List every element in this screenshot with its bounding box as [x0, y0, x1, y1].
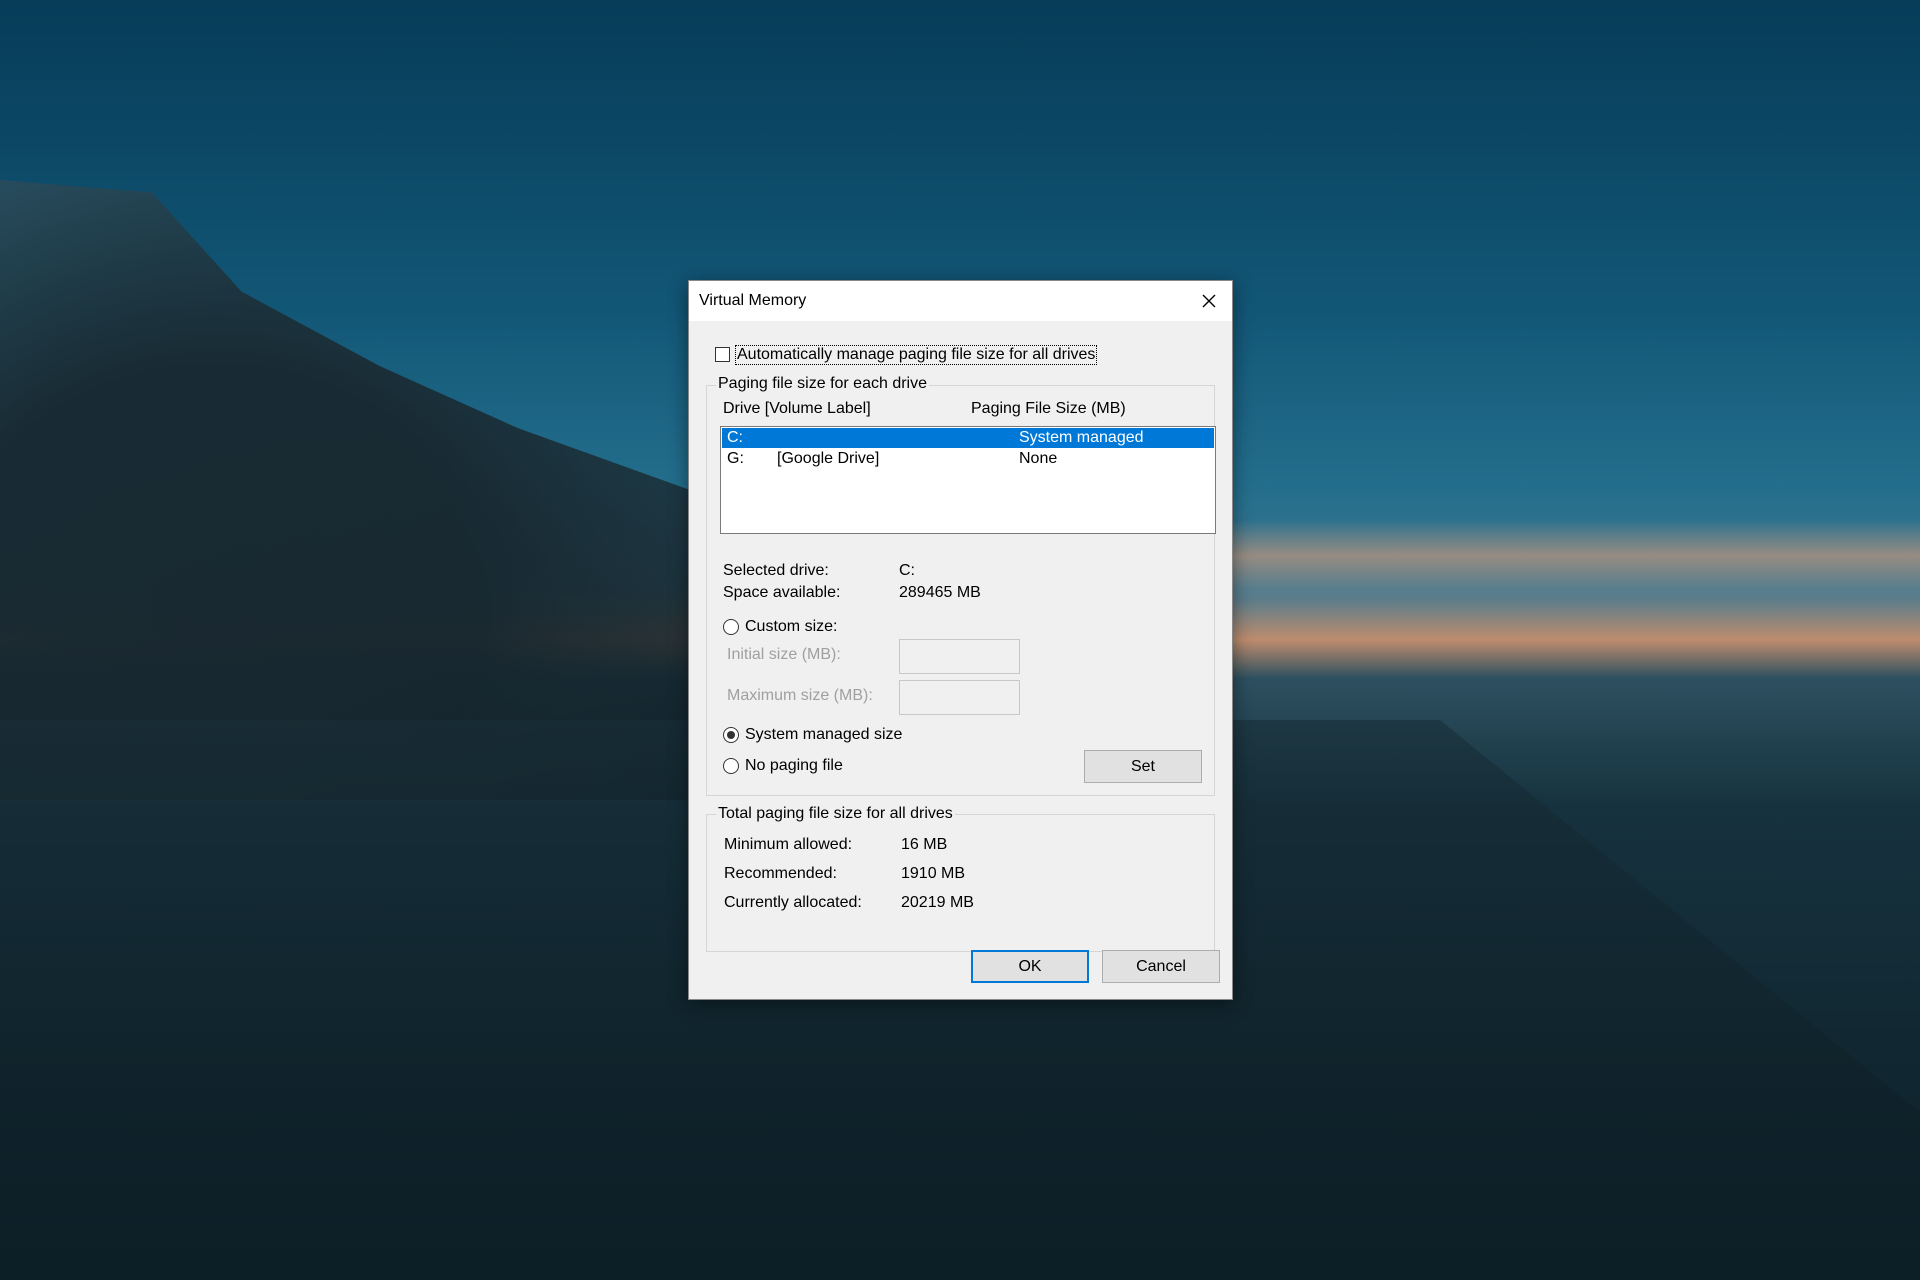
ok-button[interactable]: OK	[971, 950, 1089, 983]
drive-paging-size: System managed	[1019, 429, 1144, 446]
set-button[interactable]: Set	[1084, 750, 1202, 783]
drive-row-c[interactable]: C: System managed	[722, 428, 1214, 448]
recommended-value: 1910 MB	[901, 865, 966, 882]
drive-row-g[interactable]: G: [Google Drive] None	[722, 449, 1214, 469]
initial-size-label: Initial size (MB):	[727, 646, 841, 663]
no-paging-radio[interactable]	[723, 758, 739, 774]
selected-drive-value: C:	[899, 562, 915, 579]
custom-size-radio[interactable]	[723, 619, 739, 635]
cancel-button[interactable]: Cancel	[1102, 950, 1220, 983]
drive-letter: C:	[727, 429, 743, 446]
currently-allocated-label: Currently allocated:	[724, 894, 862, 911]
paging-group-legend: Paging file size for each drive	[716, 375, 929, 393]
space-available-value: 289465 MB	[899, 584, 981, 601]
drive-list: C: System managed G: [Google Drive] None	[720, 426, 1216, 534]
currently-allocated-value: 20219 MB	[901, 894, 974, 911]
no-paging-label[interactable]: No paging file	[745, 757, 843, 775]
radio-selected-dot	[727, 731, 735, 739]
custom-size-label[interactable]: Custom size:	[745, 618, 837, 636]
initial-size-input[interactable]	[899, 639, 1020, 674]
auto-manage-checkbox[interactable]	[715, 347, 730, 362]
column-header-drive: Drive [Volume Label]	[723, 400, 871, 417]
title-bar: Virtual Memory	[689, 281, 1232, 321]
close-icon	[1202, 294, 1216, 308]
drive-volume-label: [Google Drive]	[777, 450, 880, 467]
virtual-memory-dialog: Virtual Memory Automatically manage pagi…	[688, 280, 1233, 1000]
total-group-legend: Total paging file size for all drives	[716, 805, 955, 823]
minimum-allowed-value: 16 MB	[901, 836, 948, 853]
column-header-size: Paging File Size (MB)	[971, 400, 1126, 417]
wallpaper-sunset-glow	[1230, 520, 1920, 600]
wallpaper-rocks	[0, 180, 690, 800]
dialog-title: Virtual Memory	[699, 292, 807, 309]
drive-letter: G:	[727, 450, 744, 467]
system-managed-label[interactable]: System managed size	[745, 726, 902, 744]
auto-manage-label[interactable]: Automatically manage paging file size fo…	[734, 345, 1098, 365]
total-paging-group	[706, 814, 1215, 952]
system-managed-radio[interactable]	[723, 727, 739, 743]
close-button[interactable]	[1186, 281, 1232, 321]
maximum-size-input[interactable]	[899, 680, 1020, 715]
set-button-label: Set	[1130, 757, 1155, 775]
cancel-button-label: Cancel	[1136, 957, 1186, 975]
ok-button-label: OK	[1018, 957, 1042, 975]
minimum-allowed-label: Minimum allowed:	[724, 836, 853, 853]
drive-paging-size: None	[1019, 450, 1058, 467]
recommended-label: Recommended:	[724, 865, 837, 882]
selected-drive-label: Selected drive:	[723, 562, 829, 579]
maximum-size-label: Maximum size (MB):	[727, 687, 873, 704]
space-available-label: Space available:	[723, 584, 841, 601]
